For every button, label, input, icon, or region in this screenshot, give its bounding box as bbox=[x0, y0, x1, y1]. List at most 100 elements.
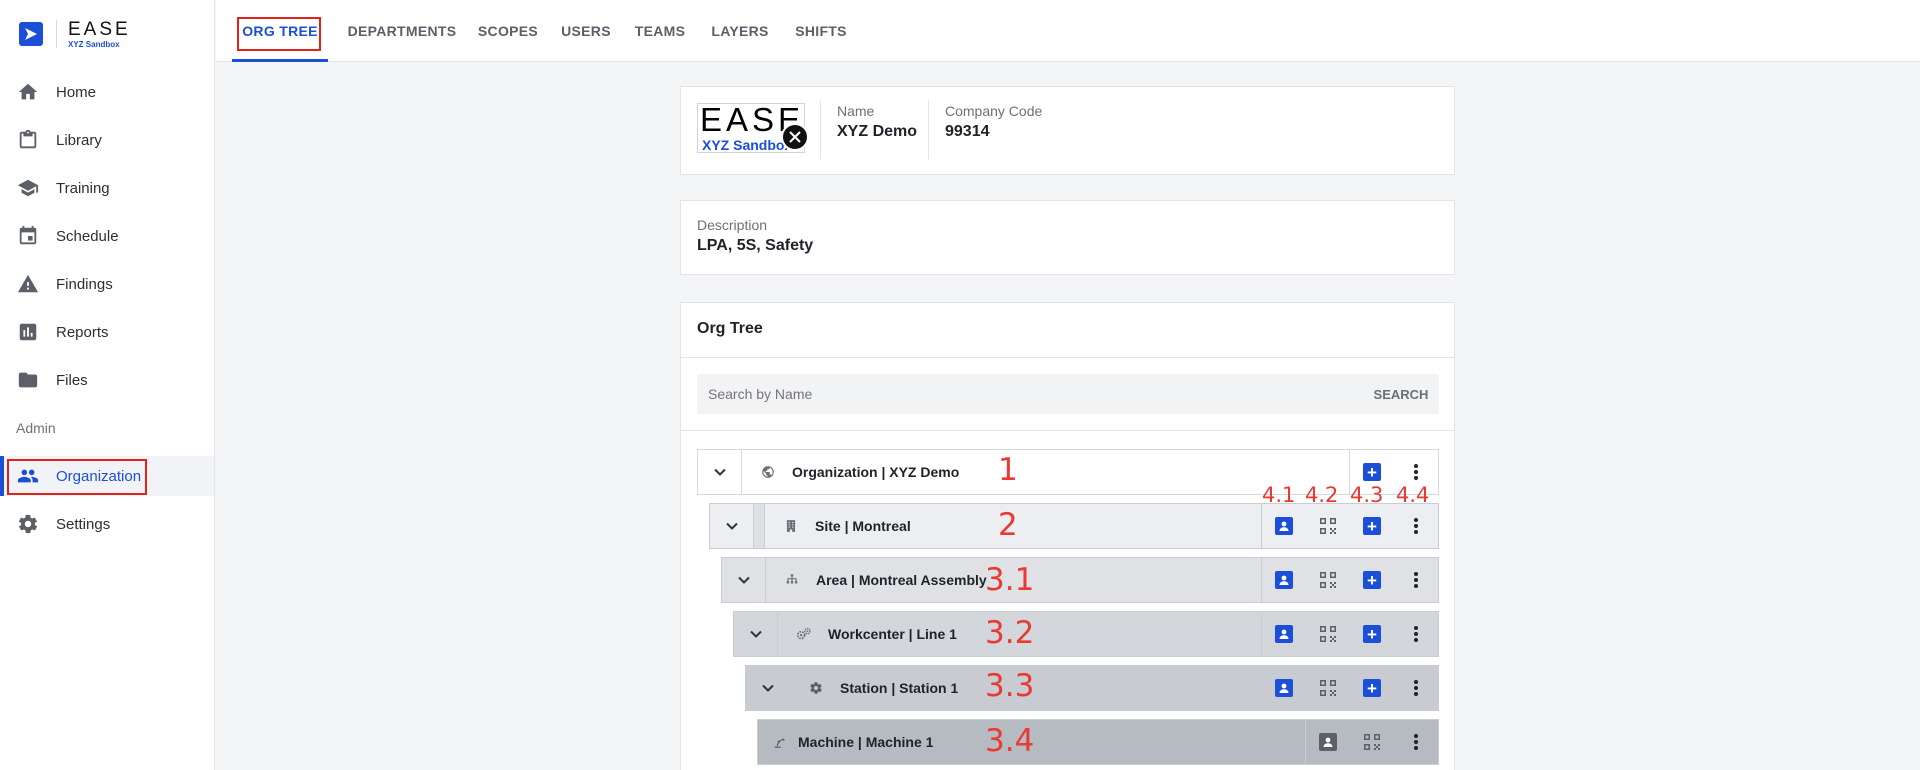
qr-code-button[interactable] bbox=[1306, 504, 1350, 548]
assign-user-button[interactable] bbox=[1306, 720, 1350, 764]
sidebar-item-label: Findings bbox=[56, 275, 113, 293]
bar-chart-icon bbox=[16, 320, 40, 344]
row-actions: + bbox=[1261, 504, 1438, 548]
kebab-menu-icon bbox=[1414, 626, 1418, 642]
qr-code-button[interactable] bbox=[1306, 612, 1350, 656]
sidebar-item-files[interactable]: Files bbox=[0, 360, 214, 400]
sidebar-item-home[interactable]: Home bbox=[0, 72, 214, 112]
more-options-button[interactable] bbox=[1394, 720, 1438, 764]
sidebar-item-reports[interactable]: Reports bbox=[0, 312, 214, 352]
company-info-card: EASE XYZ Sandbox Name XYZ Demo Company C… bbox=[680, 86, 1455, 175]
qr-code-icon bbox=[1320, 572, 1336, 588]
more-options-button[interactable] bbox=[1394, 666, 1438, 710]
name-label: Name bbox=[837, 103, 875, 119]
qr-code-button[interactable] bbox=[1306, 558, 1350, 602]
add-child-button[interactable]: + bbox=[1350, 666, 1394, 710]
tab-layers[interactable]: LAYERS bbox=[700, 0, 780, 62]
sidebar-item-library[interactable]: Library bbox=[0, 120, 214, 160]
tree-row-area: Area | Montreal Assembly + bbox=[721, 557, 1439, 603]
row-actions: + bbox=[1261, 612, 1438, 656]
assign-user-button[interactable] bbox=[1262, 666, 1306, 710]
annotation-action-number: 4.4 bbox=[1396, 483, 1430, 507]
company-code-field: Company Code 99314 bbox=[945, 103, 1042, 141]
tree-row-machine: Machine | Machine 1 bbox=[757, 719, 1439, 765]
company-name-field: Name XYZ Demo bbox=[837, 103, 917, 141]
description-field: Description LPA, 5S, Safety bbox=[697, 217, 813, 255]
assign-user-button[interactable] bbox=[1262, 504, 1306, 548]
kebab-menu-icon bbox=[1414, 734, 1418, 750]
sidebar-item-label: Reports bbox=[56, 323, 109, 341]
plus-icon: + bbox=[1363, 625, 1381, 643]
sidebar-item-training[interactable]: Training bbox=[0, 168, 214, 208]
more-options-button[interactable] bbox=[1394, 558, 1438, 602]
remove-logo-button[interactable] bbox=[781, 123, 809, 151]
tab-scopes[interactable]: SCOPES bbox=[468, 0, 548, 62]
divider bbox=[820, 101, 821, 159]
qr-code-icon bbox=[1320, 518, 1336, 534]
chevron-down-icon bbox=[725, 522, 738, 530]
sidebar-item-findings[interactable]: Findings bbox=[0, 264, 214, 304]
person-icon bbox=[1275, 517, 1293, 535]
tree-row-station: Station | Station 1 + bbox=[745, 665, 1439, 711]
qr-code-icon bbox=[1364, 734, 1380, 750]
assign-user-button[interactable] bbox=[1262, 558, 1306, 602]
sidebar-item-schedule[interactable]: Schedule bbox=[0, 216, 214, 256]
assign-user-button[interactable] bbox=[1262, 612, 1306, 656]
tab-users[interactable]: USERS bbox=[550, 0, 622, 62]
description-label: Description bbox=[697, 217, 768, 233]
annotation-row-number: 1 bbox=[998, 452, 1018, 488]
expand-toggle[interactable] bbox=[698, 450, 742, 494]
tab-teams[interactable]: TEAMS bbox=[624, 0, 696, 62]
gears-icon bbox=[794, 624, 814, 644]
sidebar-section-admin: Admin bbox=[16, 420, 56, 436]
plus-icon: + bbox=[1363, 571, 1381, 589]
tree-node-label: Station | Station 1 bbox=[840, 680, 959, 696]
annotation-action-number: 4.3 bbox=[1350, 483, 1384, 507]
more-options-button[interactable] bbox=[1394, 504, 1438, 548]
add-child-button[interactable]: + bbox=[1350, 558, 1394, 602]
close-icon bbox=[789, 131, 801, 143]
tab-shifts[interactable]: SHIFTS bbox=[784, 0, 858, 62]
plus-icon: + bbox=[1363, 679, 1381, 697]
divider bbox=[928, 101, 929, 159]
search-input[interactable] bbox=[697, 374, 1363, 414]
highlight-box-org-tree-tab bbox=[237, 17, 321, 51]
sidebar-item-label: Training bbox=[56, 179, 110, 197]
expand-toggle[interactable] bbox=[734, 612, 778, 656]
search-button[interactable]: SEARCH bbox=[1363, 374, 1439, 414]
expand-toggle[interactable] bbox=[722, 558, 766, 602]
tab-departments[interactable]: DEPARTMENTS bbox=[342, 0, 462, 62]
folder-icon bbox=[16, 368, 40, 392]
chevron-down-icon bbox=[761, 684, 774, 692]
top-tab-bar: ORG TREE DEPARTMENTS SCOPES USERS TEAMS … bbox=[216, 0, 1920, 62]
qr-code-button[interactable] bbox=[1350, 720, 1394, 764]
home-icon bbox=[16, 80, 40, 104]
divider bbox=[681, 430, 1454, 431]
highlight-box-organization bbox=[7, 459, 147, 495]
sidebar-item-settings[interactable]: Settings bbox=[0, 504, 214, 544]
annotation-row-number: 3.4 bbox=[985, 723, 1035, 759]
building-icon bbox=[781, 516, 801, 536]
annotation-row-number: 2 bbox=[998, 507, 1018, 543]
qr-code-icon bbox=[1320, 626, 1336, 642]
expand-toggle[interactable] bbox=[746, 666, 790, 710]
qr-code-button[interactable] bbox=[1306, 666, 1350, 710]
person-icon bbox=[1275, 571, 1293, 589]
person-icon bbox=[1319, 733, 1337, 751]
add-child-button[interactable]: + bbox=[1350, 504, 1394, 548]
annotation-action-number: 4.2 bbox=[1305, 483, 1339, 507]
expand-toggle[interactable] bbox=[710, 504, 754, 548]
company-code-label: Company Code bbox=[945, 103, 1043, 119]
qr-code-icon bbox=[1320, 680, 1336, 696]
kebab-menu-icon bbox=[1414, 680, 1418, 696]
tree-node[interactable]: Organization | XYZ Demo bbox=[742, 450, 1349, 494]
globe-icon bbox=[758, 462, 778, 482]
tree-row-site: Site | Montreal + bbox=[709, 503, 1439, 549]
more-options-button[interactable] bbox=[1394, 612, 1438, 656]
plus-icon: + bbox=[1363, 463, 1381, 481]
kebab-menu-icon bbox=[1414, 572, 1418, 588]
person-icon bbox=[1275, 625, 1293, 643]
brand-logo[interactable]: EASE XYZ Sandbox bbox=[19, 19, 131, 49]
play-logo-icon bbox=[19, 22, 43, 46]
add-child-button[interactable]: + bbox=[1350, 612, 1394, 656]
